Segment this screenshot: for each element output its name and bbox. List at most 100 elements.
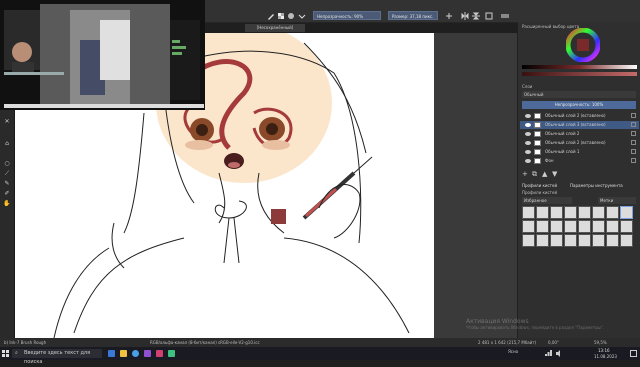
brush-preset[interactable]	[620, 220, 633, 233]
layer-lock-icon[interactable]	[631, 140, 636, 145]
brush-preset[interactable]	[536, 206, 549, 219]
brush-preset[interactable]	[550, 220, 563, 233]
brush-preset[interactable]	[592, 206, 605, 219]
blend-mode-select[interactable]: Обычный	[522, 91, 636, 98]
document-tab[interactable]: [Несохранённый]	[245, 24, 305, 32]
fill-pattern-icon[interactable]	[277, 12, 285, 20]
browser-icon[interactable]	[132, 350, 139, 357]
layer-row[interactable]: Фон	[520, 157, 639, 165]
gradient-icon[interactable]	[287, 12, 295, 20]
layer-row[interactable]: Обычный слой 2 (вставлено)	[520, 112, 639, 120]
brush-preset[interactable]	[578, 234, 591, 247]
layer-lock-icon[interactable]	[631, 131, 636, 136]
brush-preset[interactable]	[564, 234, 577, 247]
task-view-icon[interactable]	[108, 350, 115, 357]
mirror-horizontal-icon[interactable]	[461, 12, 469, 20]
eye-icon[interactable]	[525, 113, 531, 119]
layer-row-selected[interactable]: Обычный слой 3 (вставлено)	[520, 121, 639, 129]
tab-tool-options[interactable]: Параметры инструмента	[570, 182, 623, 189]
brush-preset-selected[interactable]	[620, 206, 633, 219]
move-up-icon[interactable]: ▲	[542, 170, 547, 178]
line-tool-icon[interactable]: ⟋	[3, 170, 11, 178]
clock-time[interactable]: 13:16	[598, 348, 610, 353]
layer-opacity-slider[interactable]: Непрозрачность: 100%	[522, 101, 636, 109]
blend-mode-dropdown-icon[interactable]	[298, 12, 306, 20]
search-icon: ⌕	[15, 350, 18, 356]
color-history-strip[interactable]	[522, 72, 637, 76]
color-wheel[interactable]	[565, 27, 601, 63]
layer-name: Обычный слой 2 (вставлено)	[545, 140, 606, 145]
brush-preset[interactable]	[564, 220, 577, 233]
eye-icon[interactable]	[525, 131, 531, 137]
add-layer-icon[interactable]: +	[522, 170, 528, 178]
brush-preset[interactable]	[550, 206, 563, 219]
pan-tool-icon[interactable]: ✋	[3, 200, 11, 208]
status-brush-name: b) Ink-7 Brush Rough	[4, 340, 47, 345]
mirror-vertical-icon[interactable]	[472, 12, 480, 20]
brush-preset[interactable]	[592, 220, 605, 233]
ellipse-tool-icon[interactable]: ○	[3, 160, 11, 168]
windows-start-icon[interactable]	[2, 350, 9, 357]
status-image-size: 2 481 x 1 642 (215,7 Мбайт)	[478, 340, 537, 345]
layer-name: Обычный слой 2	[545, 131, 580, 136]
brush-preset[interactable]	[550, 234, 563, 247]
tab-brush-presets[interactable]: Профили кистей	[522, 182, 557, 189]
brush-preset[interactable]	[522, 234, 535, 247]
layer-row[interactable]: Обычный слой 2	[520, 130, 639, 138]
eye-icon[interactable]	[525, 158, 531, 164]
obs-icon[interactable]	[144, 350, 151, 357]
layer-lock-icon[interactable]	[631, 122, 636, 127]
brush-tag-select[interactable]: Избранное	[522, 197, 572, 204]
brush-preset[interactable]	[578, 206, 591, 219]
wrap-around-icon[interactable]	[445, 12, 453, 20]
move-down-icon[interactable]: ▼	[552, 170, 557, 178]
brush-preset[interactable]	[536, 234, 549, 247]
layer-row[interactable]: Обычный слой 1	[520, 148, 639, 156]
eye-icon[interactable]	[525, 149, 531, 155]
right-docker: Расширенный выбор цвета Слои Обычный Неп…	[517, 22, 640, 340]
layer-lock-icon[interactable]	[631, 113, 636, 118]
text-tool-icon[interactable]: ⌂	[3, 140, 11, 148]
network-icon[interactable]	[545, 350, 552, 357]
brush-preset[interactable]	[536, 220, 549, 233]
brush-preset[interactable]	[606, 234, 619, 247]
taskbar-search-box[interactable]: ⌕ Введите здесь текст для поиска	[12, 349, 102, 365]
brush-preset[interactable]	[522, 220, 535, 233]
layer-row[interactable]: Обычный слой 2 (вставлено)	[520, 139, 639, 147]
opacity-slider[interactable]: Непрозрачность: 90%	[313, 11, 381, 20]
brush-size-slider[interactable]: Размер: 37,18 пикс.	[388, 11, 438, 20]
brush-preset[interactable]	[578, 220, 591, 233]
brush-preset-icon[interactable]	[267, 12, 275, 20]
brush-search-field[interactable]: Метки	[598, 197, 636, 204]
layer-thumbnail	[534, 140, 541, 146]
app-icon[interactable]	[168, 350, 175, 357]
brush-preset[interactable]	[606, 220, 619, 233]
duplicate-layer-icon[interactable]: ⧉	[532, 170, 537, 179]
eye-icon[interactable]	[525, 140, 531, 146]
brush-preset[interactable]	[564, 206, 577, 219]
freehand-path-tool-icon[interactable]: ✐	[3, 190, 11, 198]
brush-preset[interactable]	[620, 234, 633, 247]
brush-preset[interactable]	[592, 234, 605, 247]
eye-icon[interactable]	[525, 122, 531, 128]
notification-icon[interactable]	[630, 350, 637, 357]
status-zoom[interactable]: 59,5%	[594, 338, 607, 347]
select-shape-tool-icon[interactable]: ✕	[3, 118, 11, 126]
brush-preset[interactable]	[522, 206, 535, 219]
weather-label[interactable]: Ясно	[508, 349, 518, 354]
status-rotation[interactable]: 0,00°	[548, 338, 559, 347]
volume-icon[interactable]	[556, 350, 563, 357]
color-selector-dock-icon[interactable]	[501, 12, 509, 20]
layer-lock-icon[interactable]	[631, 158, 636, 163]
layer-lock-icon[interactable]	[631, 149, 636, 154]
brush-preset[interactable]	[606, 206, 619, 219]
stream-overlay	[0, 0, 205, 110]
layer-thumbnail	[534, 131, 541, 137]
file-explorer-icon[interactable]	[120, 350, 127, 357]
polyline-tool-icon[interactable]: ✎	[3, 180, 11, 188]
layer-name: Обычный слой 3 (вставлено)	[545, 122, 606, 127]
clock-date[interactable]: 11.08.2023	[594, 354, 617, 359]
krita-icon[interactable]	[156, 350, 163, 357]
workspace-icon[interactable]	[485, 12, 493, 20]
color-strip[interactable]	[522, 65, 637, 69]
